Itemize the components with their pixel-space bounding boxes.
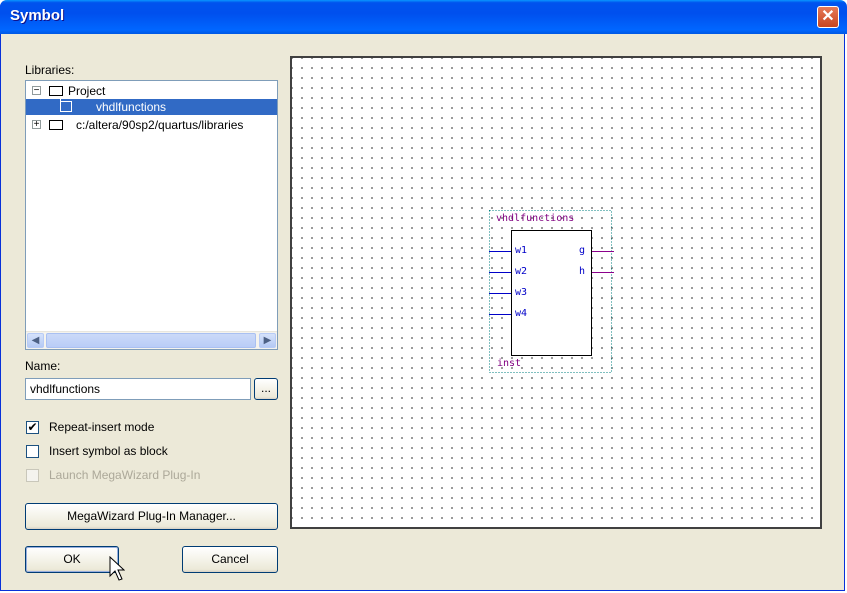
horizontal-scrollbar[interactable]: ◀ ▶ (26, 331, 277, 349)
pin-w4-label: w4 (515, 308, 528, 319)
libraries-tree[interactable]: − Project vhdlfunctions + c:/altera/90sp… (25, 80, 278, 350)
scroll-thumb[interactable] (46, 333, 256, 348)
pin-w3-label: w3 (515, 287, 528, 298)
megawizard-manager-button[interactable]: MegaWizard Plug-In Manager... (25, 503, 278, 530)
symbol-preview-canvas: vhdlfunctions w1 w2 w3 w4 g h inst (290, 56, 822, 529)
tree-item-label: c:/altera/90sp2/quartus/libraries (76, 118, 244, 132)
ok-button[interactable]: OK (25, 546, 119, 573)
pin-w1-label: w1 (515, 245, 528, 256)
folder-icon (49, 120, 63, 130)
tree-item-label: Project (68, 84, 106, 98)
pin-h-label: h (579, 266, 586, 277)
insert-block-label: Insert symbol as block (49, 444, 168, 458)
cancel-button[interactable]: Cancel (182, 546, 278, 573)
symbol-dialog: Symbol ✕ Libraries: − Project vhdlfuncti… (0, 0, 847, 591)
symbol-graphic (489, 210, 614, 373)
tree-connector-icon (60, 99, 61, 107)
mouse-cursor-icon (109, 556, 125, 581)
repeat-insert-label: Repeat-insert mode (49, 420, 155, 434)
symbol-name-label: vhdlfunctions (496, 213, 575, 224)
scroll-left-button[interactable]: ◀ (27, 333, 44, 348)
tree-item-vhdlfunctions[interactable]: vhdlfunctions (26, 99, 277, 115)
megawizard-checkbox (26, 469, 39, 482)
expand-icon[interactable]: + (32, 120, 41, 130)
symbol-icon (60, 101, 72, 112)
title-bar: Symbol ✕ (0, 0, 847, 34)
name-label: Name: (25, 359, 61, 373)
name-field[interactable]: vhdlfunctions (25, 378, 251, 400)
insert-block-checkbox[interactable] (26, 445, 39, 458)
window-title: Symbol (10, 7, 65, 24)
open-folder-icon (49, 86, 63, 96)
megawizard-label: Launch MegaWizard Plug-In (49, 468, 201, 482)
tree-item-label: vhdlfunctions (96, 100, 167, 114)
browse-button[interactable]: ... (254, 378, 278, 400)
pin-g-label: g (579, 245, 586, 256)
repeat-insert-checkbox[interactable]: ✔ (26, 421, 39, 434)
close-button[interactable]: ✕ (817, 6, 839, 28)
pin-w2-label: w2 (515, 266, 528, 277)
collapse-icon[interactable]: − (32, 86, 41, 96)
instance-label: inst (497, 358, 522, 369)
libraries-label: Libraries: (25, 63, 75, 77)
scroll-right-button[interactable]: ▶ (259, 333, 276, 348)
